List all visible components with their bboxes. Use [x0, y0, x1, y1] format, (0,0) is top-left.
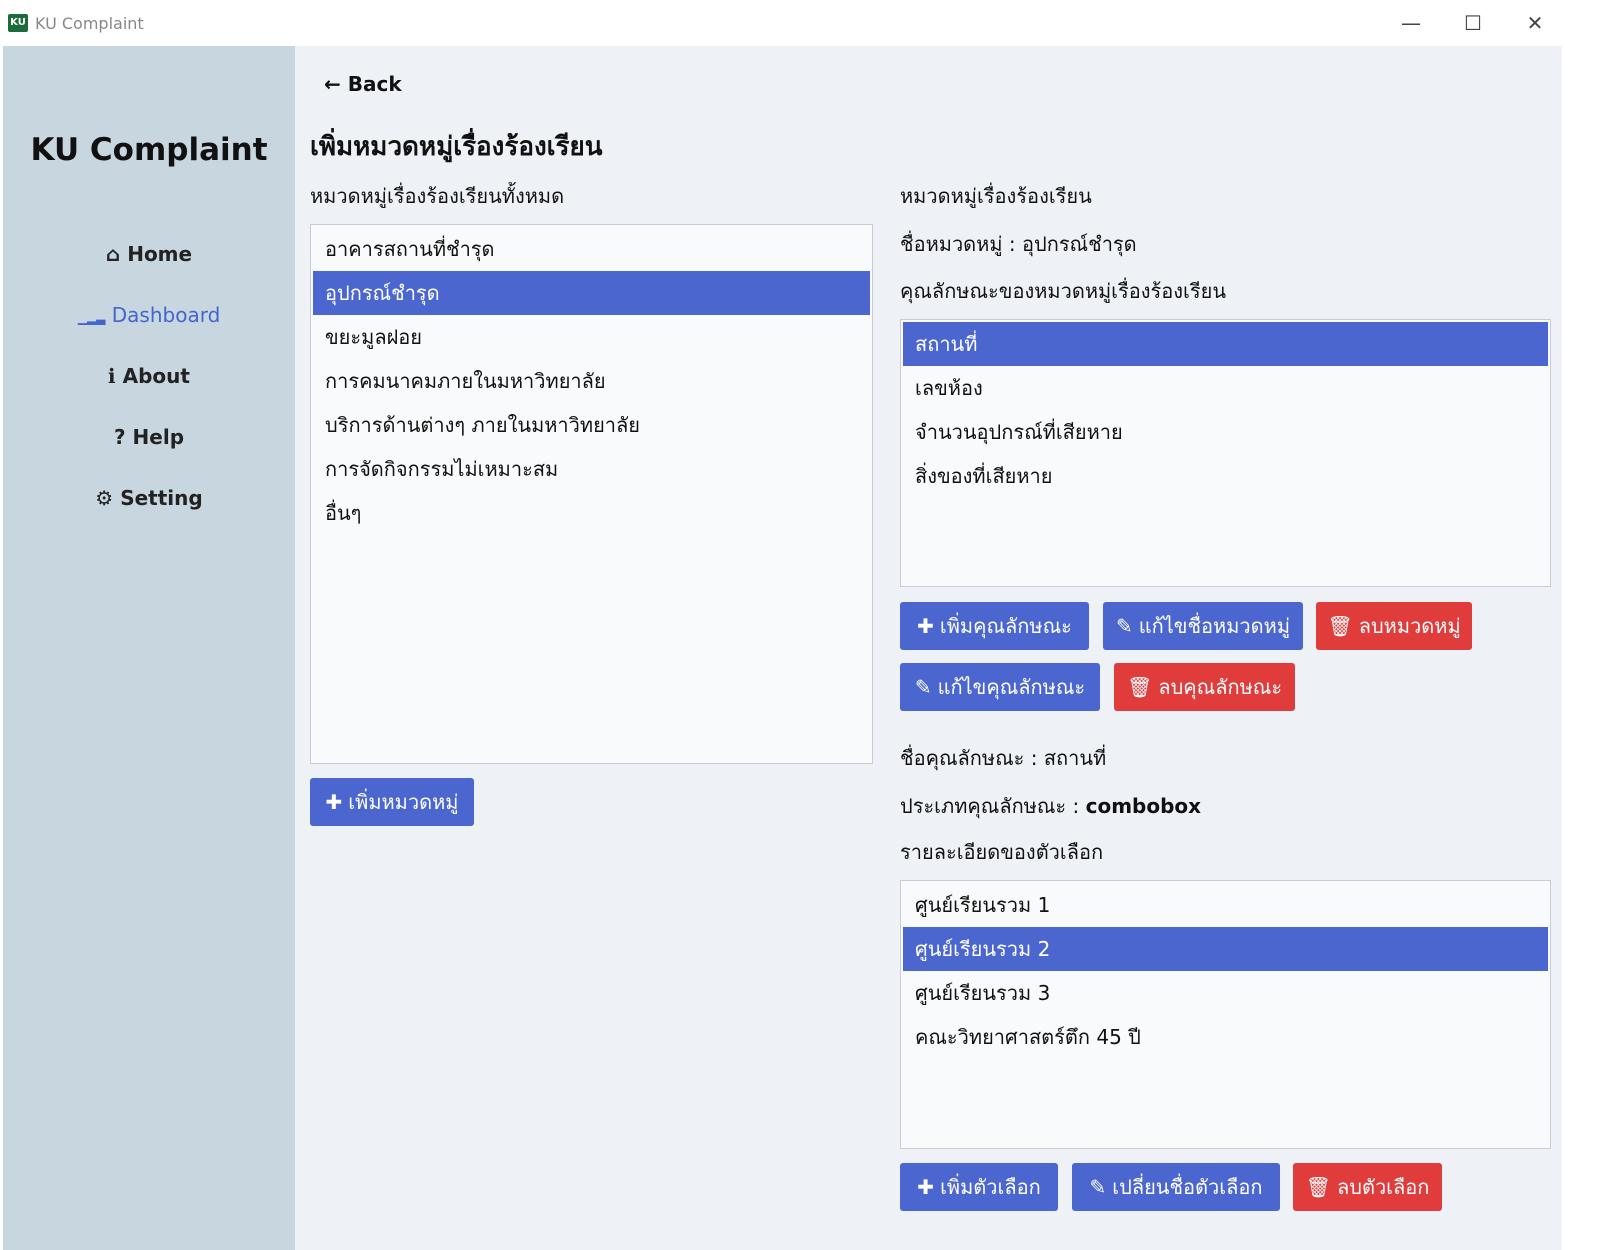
- button-label: ลบตัวเลือก: [1337, 1175, 1430, 1199]
- list-item[interactable]: ศูนย์เรียนรวม 1: [903, 883, 1548, 927]
- attribute-list[interactable]: สถานที่ เลขห้อง จำนวนอุปกรณ์ที่เสียหาย ส…: [900, 319, 1551, 587]
- delete-option-button[interactable]: 🗑 ลบตัวเลือก: [1293, 1163, 1442, 1211]
- sidebar-item-dashboard[interactable]: ▁▂▃ Dashboard: [3, 303, 295, 327]
- brand-title: KU Complaint: [30, 132, 268, 168]
- sidebar: KU Complaint ⌂ Home ▁▂▃ Dashboard ℹ Abou…: [3, 46, 295, 1250]
- sidebar-item-label: Dashboard: [111, 303, 221, 327]
- trash-icon: 🗑: [1327, 614, 1353, 638]
- option-list[interactable]: ศูนย์เรียนรวม 1 ศูนย์เรียนรวม 2 ศูนย์เรี…: [900, 880, 1551, 1149]
- question-icon: ?: [113, 425, 126, 449]
- app-logo-icon: KU: [8, 14, 28, 32]
- category-list[interactable]: อาคารสถานที่ชำรุด อุปกรณ์ชำรุด ขยะมูลฝอย…: [310, 224, 873, 764]
- window-titlebar: KU KU Complaint — ☐ ✕: [0, 0, 1598, 46]
- list-item[interactable]: เลขห้อง: [903, 366, 1548, 410]
- minimize-button[interactable]: —: [1396, 10, 1426, 36]
- back-button[interactable]: ← Back: [324, 72, 402, 96]
- pencil-icon: ✎: [914, 675, 932, 699]
- button-label: ลบคุณลักษณะ: [1158, 675, 1283, 699]
- window-edge: [1562, 46, 1598, 1250]
- edit-category-button[interactable]: ✎ แก้ไขชื่อหมวดหมู่: [1103, 602, 1303, 650]
- sidebar-item-label: Help: [132, 425, 185, 449]
- category-section-label: หมวดหมู่เรื่องร้องเรียน: [900, 184, 1092, 208]
- all-categories-label: หมวดหมู่เรื่องร้องเรียนทั้งหมด: [310, 184, 565, 208]
- delete-attribute-button[interactable]: 🗑 ลบคุณลักษณะ: [1114, 663, 1295, 711]
- list-item[interactable]: จำนวนอุปกรณ์ที่เสียหาย: [903, 410, 1548, 454]
- arrow-left-icon: ←: [324, 72, 341, 96]
- list-item[interactable]: อื่นๆ: [313, 491, 870, 535]
- options-label: รายละเอียดของตัวเลือก: [900, 840, 1104, 864]
- sidebar-item-home[interactable]: ⌂ Home: [3, 242, 295, 266]
- button-label: ลบหมวดหมู่: [1358, 614, 1461, 638]
- button-label: เพิ่มตัวเลือก: [940, 1175, 1041, 1199]
- attribute-type-value: combobox: [1085, 794, 1202, 818]
- list-item[interactable]: ศูนย์เรียนรวม 3: [903, 971, 1548, 1015]
- delete-category-button[interactable]: 🗑 ลบหมวดหมู่: [1316, 602, 1472, 650]
- trash-icon: 🗑: [1305, 1175, 1331, 1199]
- sidebar-item-label: Home: [127, 242, 193, 266]
- maximize-button[interactable]: ☐: [1458, 10, 1488, 36]
- list-item[interactable]: อาคารสถานที่ชำรุด: [313, 227, 870, 271]
- attribute-name-text: ชื่อคุณลักษณะ : สถานที่: [900, 742, 1106, 774]
- button-label: เพิ่มคุณลักษณะ: [939, 614, 1072, 638]
- sidebar-item-label: About: [122, 364, 190, 388]
- list-item[interactable]: ศูนย์เรียนรวม 2: [903, 927, 1548, 971]
- plus-icon: ✚: [917, 1175, 935, 1199]
- back-label: Back: [347, 72, 402, 96]
- page-title: เพิ่มหมวดหมู่เรื่องร้องเรียน: [310, 132, 603, 162]
- button-label: เพิ่มหมวดหมู่: [348, 790, 459, 814]
- trash-icon: 🗑: [1126, 675, 1153, 699]
- button-label: แก้ไขชื่อหมวดหมู่: [1138, 614, 1291, 638]
- attribute-name-value: สถานที่: [1043, 746, 1107, 770]
- attribute-type-text: ประเภทคุณลักษณะ : combobox: [900, 790, 1201, 822]
- list-item[interactable]: อุปกรณ์ชำรุด: [313, 271, 870, 315]
- gear-icon: ⚙: [95, 486, 114, 510]
- attribute-type-prefix: ประเภทคุณลักษณะ :: [900, 794, 1086, 818]
- window-title: KU Complaint: [35, 14, 144, 33]
- sidebar-item-about[interactable]: ℹ About: [3, 364, 295, 388]
- rename-option-button[interactable]: ✎ เปลี่ยนชื่อตัวเลือก: [1072, 1163, 1280, 1211]
- add-attribute-button[interactable]: ✚ เพิ่มคุณลักษณะ: [900, 602, 1089, 650]
- pencil-icon: ✎: [1115, 614, 1133, 638]
- home-icon: ⌂: [105, 242, 121, 266]
- list-item[interactable]: คณะวิทยาศาสตร์ตึก 45 ปี: [903, 1015, 1548, 1059]
- attribute-name-prefix: ชื่อคุณลักษณะ :: [900, 746, 1044, 770]
- list-item[interactable]: การคมนาคมภายในมหาวิทยาลัย: [313, 359, 870, 403]
- list-item[interactable]: บริการด้านต่างๆ ภายในมหาวิทยาลัย: [313, 403, 870, 447]
- list-item[interactable]: สิ่งของที่เสียหาย: [903, 454, 1548, 498]
- attributes-label: คุณลักษณะของหมวดหมู่เรื่องร้องเรียน: [900, 279, 1227, 303]
- sidebar-item-setting[interactable]: ⚙ Setting: [3, 486, 295, 510]
- add-option-button[interactable]: ✚ เพิ่มตัวเลือก: [900, 1163, 1058, 1211]
- sidebar-item-label: Setting: [120, 486, 203, 510]
- category-name-text: ชื่อหมวดหมู่ : อุปกรณ์ชำรุด: [900, 228, 1137, 260]
- plus-icon: ✚: [917, 614, 934, 638]
- button-label: แก้ไขคุณลักษณะ: [937, 675, 1086, 699]
- category-name-value: อุปกรณ์ชำรุด: [1022, 232, 1137, 256]
- pencil-icon: ✎: [1089, 1175, 1107, 1199]
- sidebar-item-help[interactable]: ? Help: [3, 425, 295, 449]
- close-button[interactable]: ✕: [1520, 10, 1550, 36]
- info-icon: ℹ: [108, 364, 116, 388]
- list-item[interactable]: การจัดกิจกรรมไม่เหมาะสม: [313, 447, 870, 491]
- plus-icon: ✚: [325, 790, 343, 814]
- bar-chart-icon: ▁▂▃: [77, 311, 106, 325]
- edit-attribute-button[interactable]: ✎ แก้ไขคุณลักษณะ: [900, 663, 1100, 711]
- list-item[interactable]: สถานที่: [903, 322, 1548, 366]
- category-name-prefix: ชื่อหมวดหมู่ :: [900, 232, 1022, 256]
- add-category-button[interactable]: ✚ เพิ่มหมวดหมู่: [310, 778, 474, 826]
- list-item[interactable]: ขยะมูลฝอย: [313, 315, 870, 359]
- button-label: เปลี่ยนชื่อตัวเลือก: [1112, 1175, 1263, 1199]
